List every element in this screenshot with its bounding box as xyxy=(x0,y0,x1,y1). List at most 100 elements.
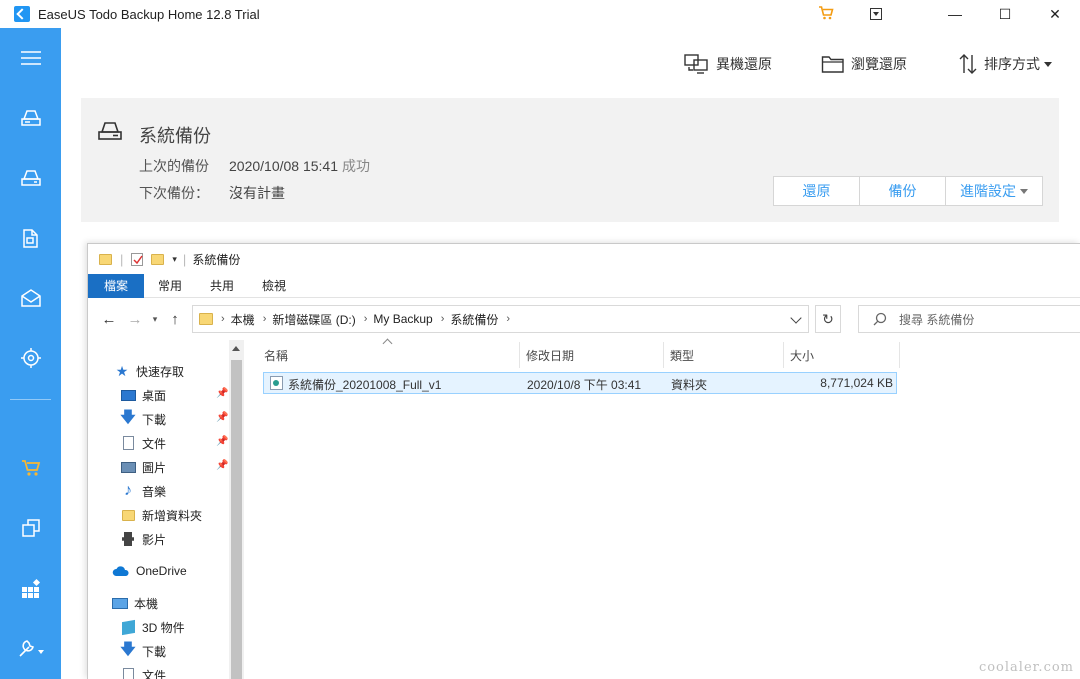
sort-button[interactable]: 排序方式 xyxy=(958,50,1052,78)
nav-downloads[interactable]: 🡇 下載 xyxy=(120,640,166,662)
settings-wrench-icon[interactable] xyxy=(0,628,61,668)
breadcrumb-item[interactable]: 新增磁碟區 (D:) xyxy=(272,311,355,328)
tab-share[interactable]: 共用 xyxy=(196,274,248,298)
title-separator: | xyxy=(120,251,124,267)
last-backup-value: 2020/10/08 15:41 xyxy=(229,158,338,174)
nav-label: 快速存取 xyxy=(136,364,185,379)
pictures-icon xyxy=(120,459,136,475)
navigation-scrollbar[interactable] xyxy=(229,340,244,679)
minimize-button[interactable]: — xyxy=(930,0,980,28)
customize-toolbar-icon[interactable]: ▾ xyxy=(172,254,177,265)
watermark: coolaler.com xyxy=(978,660,1074,675)
nav-documents[interactable]: 文件 xyxy=(120,432,166,454)
tab-file[interactable]: 檔案 xyxy=(88,273,144,298)
mail-backup-icon[interactable] xyxy=(0,278,61,318)
new-folder-icon[interactable] xyxy=(151,253,165,265)
nav-this-pc[interactable]: 本機 xyxy=(112,592,158,614)
file-type: 資料夾 xyxy=(671,378,708,392)
restore-other-machine-button[interactable]: 異機還原 xyxy=(684,50,772,78)
search-input[interactable]: 搜尋 系統備份 xyxy=(858,305,1080,333)
scroll-up-icon[interactable] xyxy=(232,346,240,351)
advanced-settings-label: 進階設定 xyxy=(960,183,1016,199)
next-backup-label: 下次備份： xyxy=(139,185,209,201)
nav-label: 下載 xyxy=(142,644,167,659)
properties-icon[interactable] xyxy=(131,252,144,266)
title-separator: | xyxy=(182,251,187,267)
restore-button[interactable]: 還原 xyxy=(774,177,860,205)
refresh-button[interactable]: ↻ xyxy=(815,305,841,333)
pin-icon[interactable]: 📌 xyxy=(216,412,228,423)
nav-quick-access[interactable]: ★ 快速存取 xyxy=(114,360,184,382)
sidebar xyxy=(0,28,61,679)
nav-downloads[interactable]: 🡇 下載 xyxy=(120,408,166,430)
pin-icon[interactable]: 📌 xyxy=(216,388,228,399)
nav-desktop[interactable]: 桌面 xyxy=(120,384,166,406)
download-arrow-icon: 🡇 xyxy=(120,408,136,426)
search-icon xyxy=(873,312,887,326)
breadcrumb-item[interactable]: 系統備份 xyxy=(450,311,498,328)
app-logo-icon xyxy=(14,6,30,22)
nav-onedrive[interactable]: OneDrive xyxy=(112,560,187,582)
address-bar[interactable]: › 本機 › 新增磁碟區 (D:) › My Backup › 系統備份 › xyxy=(192,305,809,333)
backup-button[interactable]: 備份 xyxy=(860,177,946,205)
nav-new-folder[interactable]: 新增資料夾 xyxy=(120,504,202,526)
breadcrumb-item[interactable]: My Backup xyxy=(373,312,432,326)
browse-restore-button[interactable]: 瀏覽還原 xyxy=(821,50,907,78)
close-button[interactable]: ✕ xyxy=(1030,0,1080,28)
nav-documents[interactable]: 文件 xyxy=(120,664,166,679)
breadcrumb-item[interactable]: 本機 xyxy=(231,311,255,328)
hamburger-menu-icon[interactable] xyxy=(0,38,61,78)
tab-view[interactable]: 檢視 xyxy=(248,274,300,298)
forward-arrow-icon[interactable]: → xyxy=(122,311,148,328)
back-arrow-icon[interactable]: ← xyxy=(96,311,122,328)
title-bar: EaseUS Todo Backup Home 12.8 Trial — ☐ ✕ xyxy=(0,0,1080,28)
nav-label: 文件 xyxy=(142,436,167,451)
disk-backup-icon[interactable] xyxy=(0,98,61,138)
recent-locations-icon[interactable]: ▾ xyxy=(148,314,162,325)
search-placeholder: 搜尋 系統備份 xyxy=(899,312,975,327)
column-name[interactable]: 名稱 xyxy=(258,342,520,368)
column-modified[interactable]: 修改日期 xyxy=(520,342,664,368)
nav-videos[interactable]: 影片 xyxy=(120,528,166,550)
nav-3d-objects[interactable]: 3D 物件 xyxy=(120,616,185,638)
column-headers: 名稱 修改日期 類型 大小 xyxy=(258,342,908,368)
last-backup-row: 上次的備份 2020/10/08 15:41 成功 xyxy=(139,156,370,176)
chevron-down-icon[interactable] xyxy=(790,312,802,324)
smart-backup-icon[interactable] xyxy=(0,338,61,378)
tools-grid-icon[interactable] xyxy=(0,568,61,608)
tab-home[interactable]: 常用 xyxy=(144,274,196,298)
menu-dropdown-icon[interactable] xyxy=(870,8,882,20)
computer-icon xyxy=(112,595,128,611)
column-size[interactable]: 大小 xyxy=(784,342,900,368)
file-backup-icon[interactable] xyxy=(0,218,61,258)
system-backup-icon[interactable] xyxy=(0,158,61,198)
folder-icon xyxy=(821,56,844,73)
breadcrumb-separator: › xyxy=(506,313,511,325)
browse-restore-label: 瀏覽還原 xyxy=(851,56,907,72)
maximize-button[interactable]: ☐ xyxy=(980,0,1030,28)
cart-icon[interactable] xyxy=(818,6,834,22)
backup-task-card: 系統備份 上次的備份 2020/10/08 15:41 成功 下次備份： 沒有計畫… xyxy=(81,98,1059,222)
file-name: 系統備份_20201008_Full_v1 xyxy=(288,378,442,392)
nav-music[interactable]: ♪ 音樂 xyxy=(120,480,166,502)
file-size: 8,771,024 KB xyxy=(820,376,893,390)
backup-task-title: 系統備份 xyxy=(139,126,211,146)
nav-pictures[interactable]: 圖片 xyxy=(120,456,166,478)
system-backup-icon xyxy=(97,120,123,145)
pin-icon[interactable]: 📌 xyxy=(216,436,228,447)
file-row[interactable]: 系統備份_20201008_Full_v1 2020/10/8 下午 03:41… xyxy=(263,372,897,394)
column-type[interactable]: 類型 xyxy=(664,342,784,368)
advanced-settings-button[interactable]: 進階設定 xyxy=(946,177,1042,205)
nav-label: 下載 xyxy=(142,412,167,427)
desktop-icon xyxy=(120,387,136,403)
pin-icon[interactable]: 📌 xyxy=(216,460,228,471)
cart-icon[interactable] xyxy=(0,448,61,488)
nav-label: 圖片 xyxy=(142,460,167,475)
backup-file-icon xyxy=(270,376,283,390)
next-backup-row: 下次備份： 沒有計畫 xyxy=(139,183,285,203)
up-arrow-icon[interactable]: ↑ xyxy=(162,311,188,328)
clone-icon[interactable] xyxy=(0,508,61,548)
scrollbar-thumb[interactable] xyxy=(231,360,242,679)
folder-icon xyxy=(199,313,213,325)
explorer-title: 系統備份 xyxy=(192,252,241,267)
